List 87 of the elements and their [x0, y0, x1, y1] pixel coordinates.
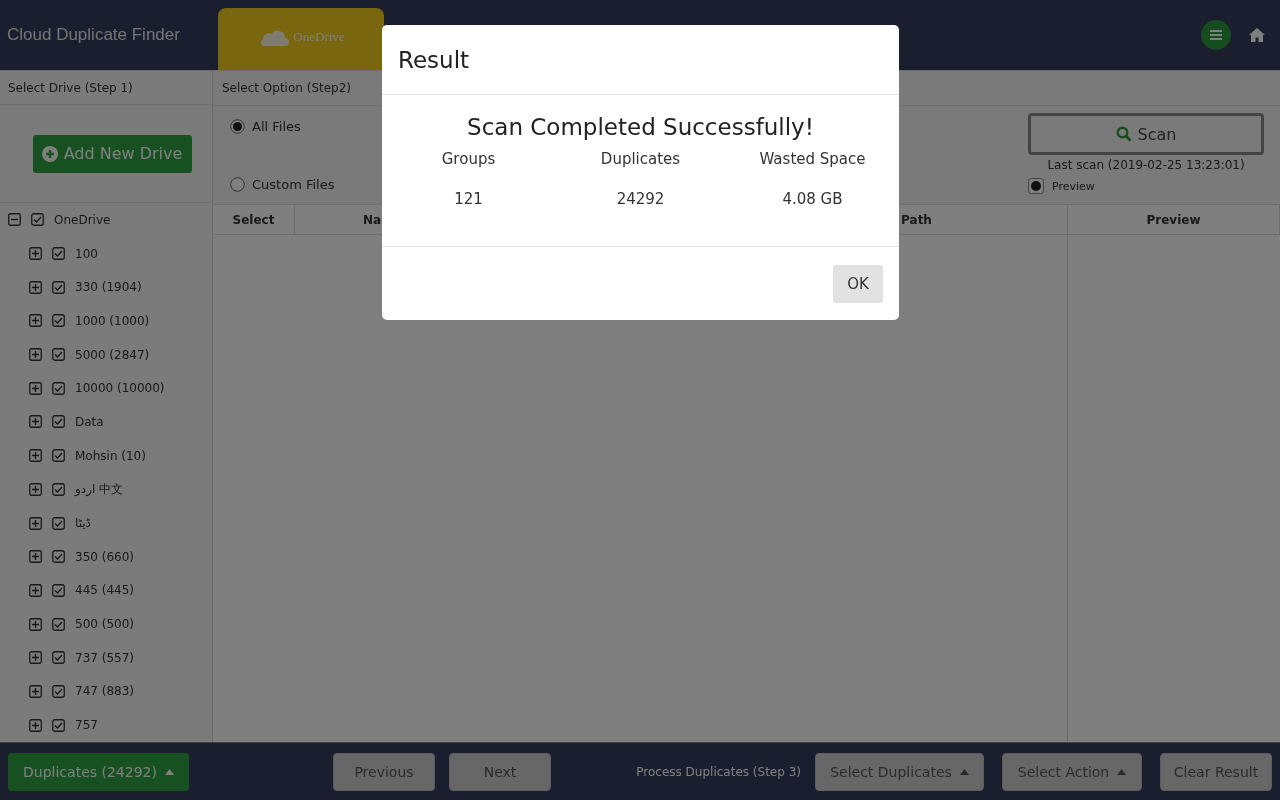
- stat-label: Wasted Space: [759, 150, 866, 168]
- column-header: Path: [901, 212, 932, 227]
- expand-icon[interactable]: [29, 280, 42, 294]
- stat-label: Duplicates: [600, 150, 681, 168]
- expand-icon[interactable]: [29, 247, 42, 261]
- next-button[interactable]: Next: [449, 752, 551, 791]
- checkbox[interactable]: [52, 348, 65, 362]
- tree-item-label[interactable]: 747 (883): [75, 684, 134, 699]
- menu-icon: [1210, 30, 1222, 40]
- expand-icon[interactable]: [29, 449, 42, 463]
- column-header: Preview: [1146, 212, 1201, 227]
- checkbox[interactable]: [52, 415, 65, 429]
- expand-icon[interactable]: [29, 617, 42, 631]
- clear-result-button[interactable]: Clear Result: [1160, 752, 1272, 791]
- checkbox[interactable]: [52, 718, 65, 732]
- tree-item-label[interactable]: 5000 (2847): [75, 347, 150, 362]
- step-label: Process Duplicates (Step 3): [636, 764, 801, 779]
- expand-icon[interactable]: [29, 651, 42, 665]
- collapse-icon[interactable]: [8, 213, 21, 227]
- checkbox[interactable]: [52, 381, 65, 395]
- radio-button[interactable]: [230, 119, 245, 134]
- preview-label[interactable]: Preview: [1052, 179, 1095, 193]
- expand-icon[interactable]: [29, 583, 42, 597]
- column-header: Na: [362, 212, 382, 227]
- expand-icon[interactable]: [29, 684, 42, 698]
- select-action-button[interactable]: Select Action: [1002, 752, 1142, 791]
- tree-item-label[interactable]: OneDrive: [54, 212, 111, 227]
- caret-icon: [959, 768, 969, 775]
- checkbox[interactable]: [52, 583, 65, 597]
- expand-icon[interactable]: [29, 550, 42, 564]
- checkbox[interactable]: [1028, 178, 1044, 194]
- checkbox[interactable]: [52, 651, 65, 665]
- expand-icon[interactable]: [29, 516, 42, 530]
- checkbox[interactable]: [52, 449, 65, 463]
- checkbox[interactable]: [52, 280, 65, 294]
- step-label: Select Drive (Step 1): [0, 70, 212, 106]
- scan-button[interactable]: Scan: [1028, 113, 1264, 155]
- add-drive-button[interactable]: Add New Drive: [32, 134, 192, 173]
- checkbox[interactable]: [52, 247, 65, 261]
- plus-circle-icon: [41, 145, 58, 162]
- checkbox[interactable]: [31, 213, 44, 227]
- tree-item-label[interactable]: 100: [75, 246, 98, 261]
- tree-item-label[interactable]: 10000 (10000): [75, 381, 165, 396]
- dialog-heading: Scan Completed Successfully!: [467, 114, 814, 140]
- tree-item-label[interactable]: 737 (557): [75, 650, 134, 665]
- option-label[interactable]: Custom Files: [252, 177, 335, 192]
- tree-item-label[interactable]: ڈیٹا: [75, 516, 91, 531]
- home-icon[interactable]: [1249, 28, 1265, 42]
- tree-item-label[interactable]: 330 (1904): [75, 280, 142, 295]
- ok-button[interactable]: OK: [833, 264, 883, 303]
- expand-icon[interactable]: [29, 348, 42, 362]
- radio-button[interactable]: [230, 177, 245, 192]
- tree-item-label[interactable]: Mohsin (10): [75, 448, 146, 463]
- menu-button[interactable]: [1201, 20, 1231, 50]
- option-label[interactable]: All Files: [252, 119, 301, 134]
- stat-label: Groups: [441, 150, 496, 168]
- select-duplicates-button[interactable]: Select Duplicates: [815, 752, 984, 791]
- checkbox[interactable]: [52, 684, 65, 698]
- checkbox[interactable]: [52, 516, 65, 530]
- checkbox[interactable]: [52, 314, 65, 328]
- tree-item-label[interactable]: Data: [75, 414, 104, 429]
- caret-icon: [1117, 768, 1127, 775]
- tree-item-label[interactable]: 445 (445): [75, 583, 134, 598]
- stat-value: 4.08 GB: [782, 190, 843, 208]
- expand-icon[interactable]: [29, 415, 42, 429]
- previous-button[interactable]: Previous: [333, 752, 435, 791]
- tree-item-label[interactable]: 500 (500): [75, 617, 134, 632]
- checkbox[interactable]: [52, 617, 65, 631]
- expand-icon[interactable]: [29, 718, 42, 732]
- last-scan-text: Last scan (2019-02-25 13:23:01): [1047, 158, 1245, 172]
- expand-icon[interactable]: [29, 482, 42, 496]
- duplicates-button[interactable]: Duplicates (24292): [8, 752, 189, 791]
- checkbox[interactable]: [52, 482, 65, 496]
- tree-item-label[interactable]: 350 (660): [75, 549, 134, 564]
- tree-item-label[interactable]: 757: [75, 718, 98, 733]
- dialog-title: Result: [382, 25, 899, 95]
- stat-value: 24292: [616, 190, 665, 208]
- app-title: Cloud Duplicate Finder: [6, 25, 181, 45]
- expand-icon[interactable]: [29, 381, 42, 395]
- tree-item-label[interactable]: اردو 中文: [75, 480, 124, 498]
- tree-item-label[interactable]: 1000 (1000): [75, 313, 150, 328]
- expand-icon[interactable]: [29, 314, 42, 328]
- caret-icon: [164, 768, 174, 775]
- search-icon: [1115, 126, 1132, 142]
- column-header: Select: [232, 212, 275, 227]
- checkbox[interactable]: [52, 550, 65, 564]
- stat-value: 121: [454, 190, 483, 208]
